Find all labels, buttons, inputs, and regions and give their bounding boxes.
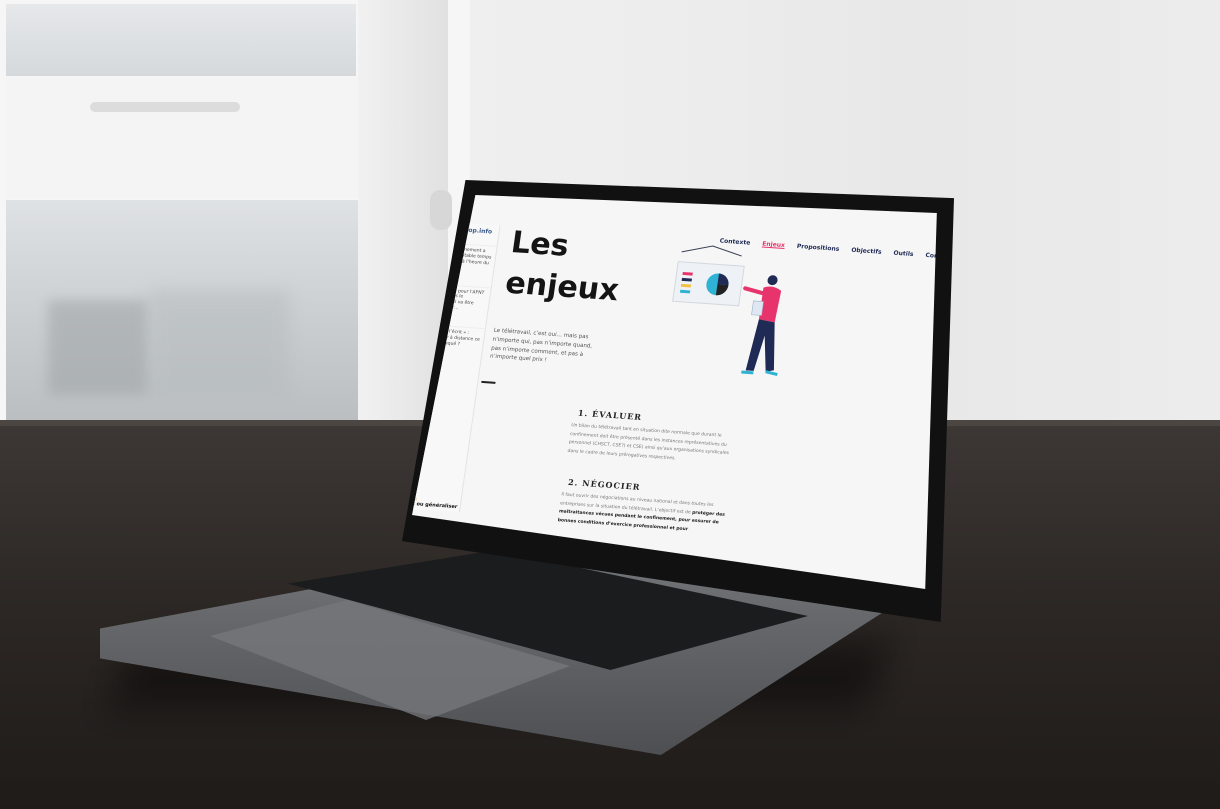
page-title: Les enjeux xyxy=(503,223,627,311)
section2-heading: 2. NÉGOCIER xyxy=(567,476,642,492)
page-title-line2: enjeux xyxy=(503,265,622,308)
section1-heading: 1. ÉVALUER xyxy=(577,407,643,423)
outside-blur-2 xyxy=(150,290,290,400)
intro-text: Le télétravail, c’est oui… mais pas n’im… xyxy=(489,327,593,364)
section1-text: Un bilan du télétravail tant en situatio… xyxy=(567,423,730,462)
section2-text: Il faut ouvrir des négociations au nivea… xyxy=(557,491,732,537)
window-latch xyxy=(90,102,240,112)
page-title-line1: Les xyxy=(508,225,572,264)
roof-line xyxy=(681,245,742,257)
clipboard xyxy=(751,300,764,316)
shoe-right xyxy=(765,370,778,376)
woman-head xyxy=(767,275,778,286)
photo-scene: Contexte Enjeux Propositions Objectifs O… xyxy=(0,0,1220,809)
outside-blur xyxy=(48,300,148,395)
nav-outils[interactable]: Outils xyxy=(893,250,914,258)
section-divider xyxy=(481,380,496,384)
shoe-left xyxy=(741,370,754,375)
woman-pants xyxy=(745,319,775,372)
presentation-illustration xyxy=(672,245,782,376)
nav-objectifs[interactable]: Objectifs xyxy=(851,247,882,256)
sidebar-footer[interactable]: Article Plat ou généraliser xyxy=(412,493,465,512)
window-pane-top xyxy=(6,4,356,76)
section2-text-bold: protéger des maltraitances vécues pendan… xyxy=(557,509,726,532)
window-rail xyxy=(6,78,366,198)
window-handle xyxy=(430,190,452,230)
woman-arm xyxy=(743,286,767,296)
